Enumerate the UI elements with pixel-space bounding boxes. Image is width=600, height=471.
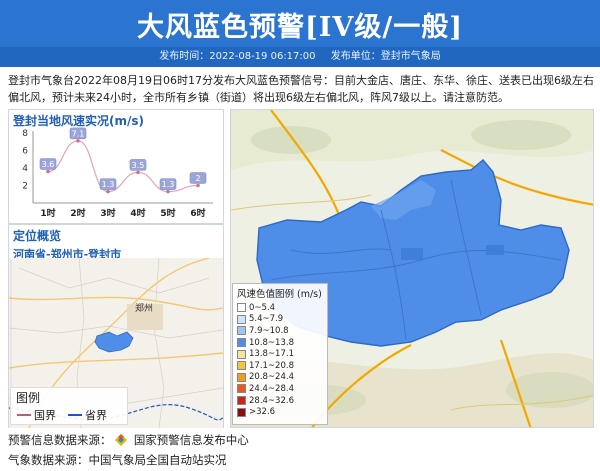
speed-legend-item: 13.8~17.1 xyxy=(233,348,327,360)
speed-legend-swatch xyxy=(237,338,246,348)
speed-legend-item: >32.6 xyxy=(233,406,327,418)
map-legend-row: 国界 省界 xyxy=(11,407,127,423)
location-panel-title: 定位概览 xyxy=(13,229,62,243)
wind-speed-point xyxy=(46,169,50,174)
wind-speed-point xyxy=(166,189,170,194)
y-tick-label: 8 xyxy=(22,129,28,139)
speed-legend-swatch xyxy=(237,361,246,371)
warning-title: 大风蓝色预警[IV级/一般] xyxy=(137,12,463,43)
speed-legend-item: 17.1~20.8 xyxy=(233,360,327,372)
wind-speed-data-label: 3.6 xyxy=(42,160,55,169)
wind-speed-data-label: 2 xyxy=(195,174,200,183)
speed-legend-swatch xyxy=(237,326,246,336)
speed-legend-item: 20.8~24.4 xyxy=(233,372,327,384)
speed-legend-label: 5.4~7.9 xyxy=(249,314,284,325)
map-legend-title: 图例 xyxy=(16,391,41,405)
speed-legend-swatch xyxy=(237,314,246,324)
wind-speed-data-label: 7.1 xyxy=(72,129,85,138)
wind-speed-point xyxy=(196,183,200,188)
y-tick-label: 4 xyxy=(22,164,28,174)
wind-speed-point xyxy=(106,189,110,194)
x-tick-label: 2时 xyxy=(70,207,85,219)
speed-legend-label: 7.9~10.8 xyxy=(249,325,289,336)
wind-speed-data-label: 1.3 xyxy=(162,180,175,189)
speed-legend-label: 13.8~17.1 xyxy=(249,349,294,360)
speed-legend-label: 24.4~28.4 xyxy=(249,383,294,394)
province-border-swatch xyxy=(68,414,82,416)
wind-speed-data-label: 1.3 xyxy=(102,180,115,189)
speed-legend-swatch xyxy=(237,396,246,406)
wind-speed-chart: 2 4 6 8 1时 2时 3时 4时 5时 6时 3.6 7.1 1.3 3.5 1.3 2 xyxy=(22,127,213,219)
speed-legend: 风速色值图例 (m/s) 0~5.4 5.4~7.9 7.9~10.8 10.8~13… xyxy=(232,283,328,425)
warning-header: 大风蓝色预警[IV级/一般] 发布时间：2022-08-19 06:17:00 … xyxy=(0,0,600,67)
speed-legend-label: 20.8~24.4 xyxy=(249,372,294,383)
speed-legend-swatch xyxy=(237,407,246,417)
wind-speed-point xyxy=(136,170,140,175)
warning-center-logo-icon xyxy=(115,434,128,446)
speed-legend-label: 17.1~20.8 xyxy=(249,360,294,371)
speed-legend-item: 0~5.4 xyxy=(233,302,327,314)
publish-time: 发布时间：2022-08-19 06:17:00 xyxy=(159,51,316,62)
x-tick-label: 4时 xyxy=(130,207,145,219)
y-tick-label: 6 xyxy=(22,147,28,157)
speed-legend-item: 5.4~7.9 xyxy=(233,314,327,326)
speed-legend-swatch xyxy=(237,384,246,394)
national-border-label: 国界 xyxy=(34,409,56,422)
speed-legend-label: 28.4~32.6 xyxy=(249,395,294,406)
warning-source-line: 预警信息数据来源： 国家预警信息发布中心 xyxy=(8,432,249,448)
wind-speed-point xyxy=(76,139,80,143)
wind-speed-data-label: 3.5 xyxy=(132,161,145,170)
speed-legend-rows: 0~5.4 5.4~7.9 7.9~10.8 10.8~13.8 13.8~17.1 17… xyxy=(233,302,327,418)
warning-meta-bar: 发布时间：2022-08-19 06:17:00 发布单位：登封市气象局 xyxy=(0,47,600,67)
x-tick-label: 6时 xyxy=(190,207,205,219)
speed-legend-label: >32.6 xyxy=(249,407,276,418)
speed-legend-label: 10.8~13.8 xyxy=(249,337,294,348)
speed-legend-item: 24.4~28.4 xyxy=(233,383,327,395)
x-tick-label: 1时 xyxy=(40,207,55,219)
speed-legend-label: 0~5.4 xyxy=(249,302,276,313)
speed-legend-item: 7.9~10.8 xyxy=(233,325,327,337)
speed-legend-swatch xyxy=(237,349,246,359)
map-legend: 图例 国界 省界 xyxy=(10,387,128,425)
speed-legend-item: 28.4~32.6 xyxy=(233,395,327,407)
speed-legend-swatch xyxy=(237,372,246,382)
speed-legend-swatch xyxy=(237,303,246,313)
x-tick-label: 5时 xyxy=(160,207,175,219)
wind-speed-panel: 登封当地风速实况(m/s) 2 4 6 8 1时 2时 3时 4时 5时 6时 3.6 7.1 1.3 3… xyxy=(8,109,224,224)
warning-description: 登封市气象台2022年08月19日06时17分发布大风蓝色预警信号：目前大金店、… xyxy=(8,74,594,104)
province-border-label: 省界 xyxy=(85,409,107,422)
publisher: 发布单位：登封市气象局 xyxy=(330,51,441,62)
x-tick-label: 3时 xyxy=(100,207,115,219)
warning-source-org[interactable]: 国家预警信息发布中心 xyxy=(134,433,249,447)
y-tick-label: 2 xyxy=(22,182,28,192)
city-label: 郑州 xyxy=(135,302,153,314)
weather-source-line: 气象数据来源：中国气象局全国自动站实况 xyxy=(8,453,227,467)
national-border-swatch xyxy=(17,414,31,416)
speed-legend-title: 风速色值图例 (m/s) xyxy=(237,289,322,300)
warning-source-label: 预警信息数据来源： xyxy=(8,433,112,447)
speed-legend-item: 10.8~13.8 xyxy=(233,337,327,349)
